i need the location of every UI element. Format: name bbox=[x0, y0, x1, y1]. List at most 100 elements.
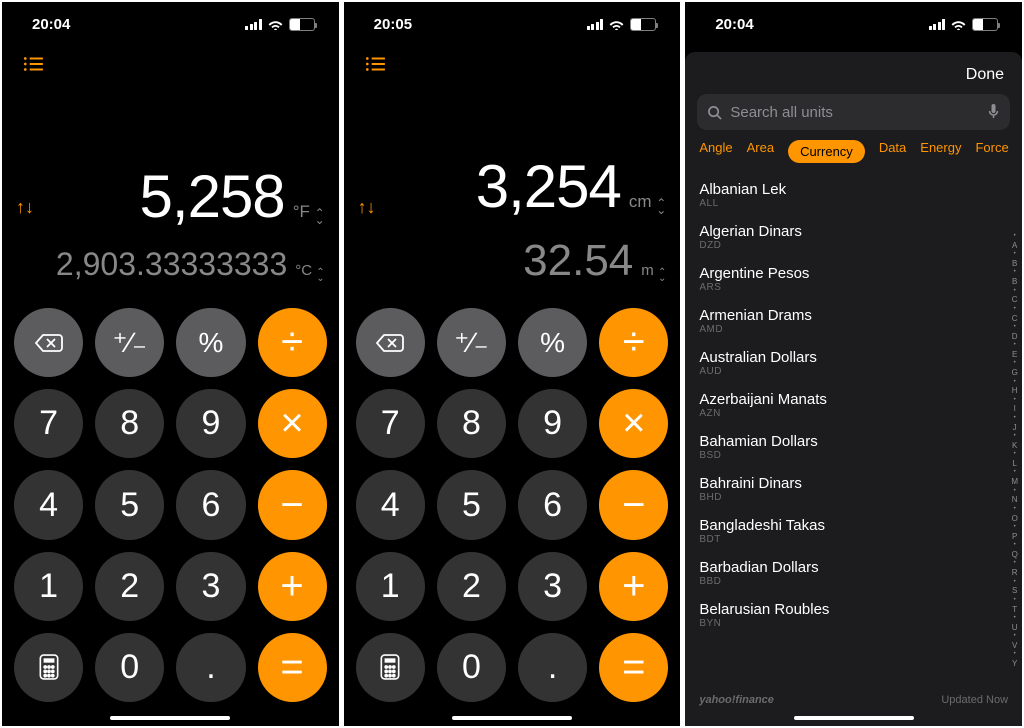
calculator-screen-2: 20:05 4 1 ↑↓ 3,254 cm ⌃⌄ 32.54 m ⌃⌄ ⁺∕₋%÷… bbox=[344, 2, 681, 726]
signal-icon bbox=[929, 19, 946, 30]
search-field[interactable] bbox=[697, 94, 1010, 130]
index-bar[interactable]: •A•B•B•C•C•D•E•G•H•I•J•K•L•M•N•O•P•Q•R•S… bbox=[1011, 233, 1018, 656]
key-3[interactable]: 3 bbox=[176, 552, 245, 621]
category-area[interactable]: Area bbox=[747, 140, 774, 163]
key-×[interactable]: × bbox=[258, 389, 327, 458]
unit-code: BHD bbox=[699, 492, 1022, 503]
unit-name: Albanian Lek bbox=[699, 181, 1022, 198]
secondary-unit-button[interactable]: °C ⌃⌄ bbox=[295, 262, 324, 288]
unit-name: Belarusian Roubles bbox=[699, 601, 1022, 618]
history-button[interactable] bbox=[22, 56, 44, 72]
unit-code: AMD bbox=[699, 324, 1022, 335]
unit-code: DZD bbox=[699, 240, 1022, 251]
key-±[interactable]: ⁺∕₋ bbox=[437, 308, 506, 377]
key-+[interactable]: + bbox=[599, 552, 668, 621]
done-button[interactable]: Done bbox=[966, 66, 1004, 84]
unit-list[interactable]: Albanian LekALLAlgerian DinarsDZDArgenti… bbox=[685, 173, 1022, 686]
unit-code: BDT bbox=[699, 534, 1022, 545]
key-7[interactable]: 7 bbox=[356, 389, 425, 458]
search-icon bbox=[707, 105, 722, 120]
category-angle[interactable]: Angle bbox=[699, 140, 732, 163]
key-backspace[interactable] bbox=[356, 308, 425, 377]
status-right: 41 bbox=[929, 18, 999, 31]
key-÷[interactable]: ÷ bbox=[599, 308, 668, 377]
key-4[interactable]: 4 bbox=[356, 470, 425, 539]
unit-code: AZN bbox=[699, 408, 1022, 419]
key-±[interactable]: ⁺∕₋ bbox=[95, 308, 164, 377]
unit-item[interactable]: Bahraini DinarsBHD bbox=[699, 467, 1022, 509]
key-9[interactable]: 9 bbox=[176, 389, 245, 458]
key-÷[interactable]: ÷ bbox=[258, 308, 327, 377]
unit-item[interactable]: Australian DollarsAUD bbox=[699, 341, 1022, 383]
display-area: ↑↓ 3,254 cm ⌃⌄ 32.54 m ⌃⌄ bbox=[344, 72, 681, 300]
unit-item[interactable]: Barbadian DollarsBBD bbox=[699, 551, 1022, 593]
key-×[interactable]: × bbox=[599, 389, 668, 458]
unit-item[interactable]: Belarusian RoublesBYN bbox=[699, 593, 1022, 635]
home-indicator[interactable] bbox=[452, 716, 572, 720]
key-8[interactable]: 8 bbox=[95, 389, 164, 458]
key-9[interactable]: 9 bbox=[518, 389, 587, 458]
status-time: 20:05 bbox=[374, 16, 412, 33]
unit-item[interactable]: Armenian DramsAMD bbox=[699, 299, 1022, 341]
unit-code: AUD bbox=[699, 366, 1022, 377]
keypad: ⁺∕₋%÷ 789× 456− 123+0.= bbox=[344, 300, 681, 726]
key-calc[interactable] bbox=[14, 633, 83, 702]
updated-label: Updated Now bbox=[941, 694, 1008, 706]
key-1[interactable]: 1 bbox=[14, 552, 83, 621]
status-bar: 20:04 41 bbox=[2, 2, 339, 46]
status-right: 41 bbox=[245, 18, 315, 31]
unit-name: Algerian Dinars bbox=[699, 223, 1022, 240]
key-3[interactable]: 3 bbox=[518, 552, 587, 621]
swap-icon[interactable]: ↑↓ bbox=[16, 197, 34, 218]
home-indicator[interactable] bbox=[110, 716, 230, 720]
category-currency[interactable]: Currency bbox=[788, 140, 865, 163]
key-calc[interactable] bbox=[356, 633, 425, 702]
key-6[interactable]: 6 bbox=[176, 470, 245, 539]
key-8[interactable]: 8 bbox=[437, 389, 506, 458]
key-=[interactable]: = bbox=[599, 633, 668, 702]
key-0[interactable]: 0 bbox=[437, 633, 506, 702]
category-force[interactable]: Force bbox=[975, 140, 1008, 163]
unit-item[interactable]: Albanian LekALL bbox=[699, 173, 1022, 215]
swap-icon[interactable]: ↑↓ bbox=[358, 197, 376, 218]
secondary-unit-button[interactable]: m ⌃⌄ bbox=[641, 262, 666, 288]
signal-icon bbox=[245, 19, 262, 30]
key-0[interactable]: 0 bbox=[95, 633, 164, 702]
key-+[interactable]: + bbox=[258, 552, 327, 621]
key-7[interactable]: 7 bbox=[14, 389, 83, 458]
key-1[interactable]: 1 bbox=[356, 552, 425, 621]
wifi-icon bbox=[951, 19, 966, 30]
search-input[interactable] bbox=[730, 104, 979, 121]
category-energy[interactable]: Energy bbox=[920, 140, 961, 163]
home-indicator[interactable] bbox=[794, 716, 914, 720]
key-%[interactable]: % bbox=[176, 308, 245, 377]
mic-icon[interactable] bbox=[987, 103, 1000, 121]
unit-item[interactable]: Algerian DinarsDZD bbox=[699, 215, 1022, 257]
key-−[interactable]: − bbox=[599, 470, 668, 539]
key-2[interactable]: 2 bbox=[95, 552, 164, 621]
category-tabs: AngleAreaCurrencyDataEnergyForceFuel bbox=[685, 140, 1022, 173]
unit-item[interactable]: Bahamian DollarsBSD bbox=[699, 425, 1022, 467]
status-bar: 20:04 41 bbox=[685, 2, 1022, 46]
category-data[interactable]: Data bbox=[879, 140, 906, 163]
key-−[interactable]: − bbox=[258, 470, 327, 539]
key-6[interactable]: 6 bbox=[518, 470, 587, 539]
key-.[interactable]: . bbox=[176, 633, 245, 702]
primary-unit-button[interactable]: cm ⌃⌄ bbox=[629, 192, 666, 228]
key-5[interactable]: 5 bbox=[437, 470, 506, 539]
primary-unit-button[interactable]: °F ⌃⌄ bbox=[293, 202, 325, 238]
key-backspace[interactable] bbox=[14, 308, 83, 377]
unit-item[interactable]: Azerbaijani ManatsAZN bbox=[699, 383, 1022, 425]
history-button[interactable] bbox=[364, 56, 386, 72]
key-.[interactable]: . bbox=[518, 633, 587, 702]
key-%[interactable]: % bbox=[518, 308, 587, 377]
picker-footer: yahoo!finance Updated Now bbox=[685, 686, 1022, 726]
key-=[interactable]: = bbox=[258, 633, 327, 702]
unit-name: Australian Dollars bbox=[699, 349, 1022, 366]
key-5[interactable]: 5 bbox=[95, 470, 164, 539]
unit-item[interactable]: Argentine PesosARS bbox=[699, 257, 1022, 299]
unit-item[interactable]: Bangladeshi TakasBDT bbox=[699, 509, 1022, 551]
yahoo-finance-label: yahoo!finance bbox=[699, 694, 774, 706]
key-4[interactable]: 4 bbox=[14, 470, 83, 539]
key-2[interactable]: 2 bbox=[437, 552, 506, 621]
